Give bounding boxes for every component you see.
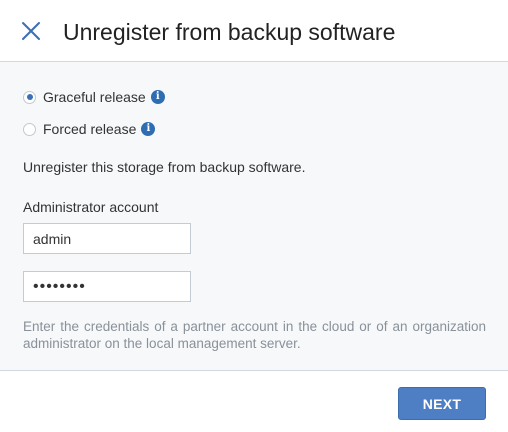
dialog-body: Graceful release i Forced release i Unre… xyxy=(0,62,508,370)
graceful-release-option[interactable]: Graceful release i xyxy=(23,87,165,107)
forced-release-radio[interactable] xyxy=(23,122,36,136)
close-icon xyxy=(22,22,40,40)
forced-release-option[interactable]: Forced release i xyxy=(23,119,156,139)
description-text: Unregister this storage from backup soft… xyxy=(23,159,306,175)
info-icon[interactable]: i xyxy=(150,90,165,104)
credentials-hint: Enter the credentials of a partner accou… xyxy=(23,319,486,351)
close-button[interactable] xyxy=(18,18,44,44)
unregister-dialog: Unregister from backup software Graceful… xyxy=(0,0,508,432)
graceful-release-label: Graceful release xyxy=(43,89,146,105)
username-input[interactable] xyxy=(23,223,191,254)
dialog-header: Unregister from backup software xyxy=(0,0,508,62)
forced-release-label: Forced release xyxy=(43,121,137,137)
next-button[interactable]: NEXT xyxy=(398,387,486,420)
password-input[interactable] xyxy=(23,271,191,302)
dialog-footer: NEXT xyxy=(0,370,508,432)
info-icon[interactable]: i xyxy=(141,122,156,136)
dialog-title: Unregister from backup software xyxy=(63,19,396,45)
administrator-account-label: Administrator account xyxy=(23,199,159,215)
graceful-release-radio[interactable] xyxy=(23,90,36,104)
